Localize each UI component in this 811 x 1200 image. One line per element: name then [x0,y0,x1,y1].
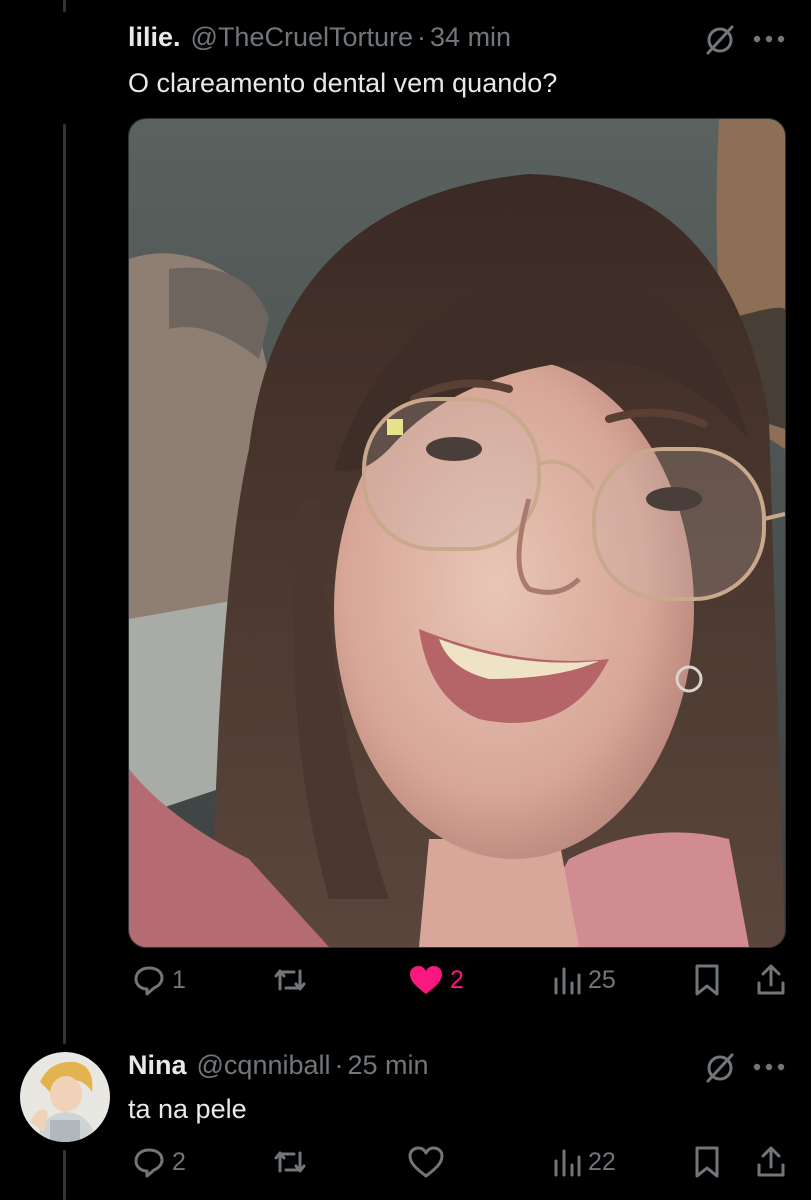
more-options-icon[interactable] [752,34,786,44]
tweet-photo[interactable] [128,118,786,948]
share-icon [757,964,785,995]
display-name[interactable]: Nina [128,1050,187,1081]
tweet-lilie[interactable]: lilie. @TheCruelTorture · 34 min O clare… [0,0,811,1010]
share-icon [757,1146,785,1177]
like-button[interactable]: 2 [408,960,464,1000]
display-name[interactable]: lilie. [128,22,181,53]
reply-icon [134,1148,164,1178]
timestamp[interactable]: 25 min [348,1050,429,1081]
reply-icon [134,966,164,996]
heart-filled-icon [410,966,442,994]
tweet-text: O clareamento dental vem quando? [128,68,558,98]
views-button[interactable]: 22 [552,1142,616,1182]
share-button[interactable] [754,1142,788,1182]
timestamp[interactable]: 34 min [430,22,511,53]
user-handle[interactable]: @TheCruelTorture [191,22,414,53]
reply-button[interactable]: 2 [132,1142,186,1182]
retweet-button[interactable] [272,960,314,1000]
bookmark-button[interactable] [692,960,722,1000]
reply-button[interactable]: 1 [132,960,186,1000]
separator-dot: · [417,22,427,52]
user-handle[interactable]: @cqnniball [197,1050,331,1081]
tweet-actions: 1 2 25 [128,960,788,1000]
tweet-header: lilie. @TheCruelTorture · 34 min [128,22,511,53]
bookmark-icon [695,1146,719,1178]
views-count: 25 [588,965,616,994]
bookmark-button[interactable] [692,1142,722,1182]
reply-count: 1 [172,965,186,994]
selfie-photo [129,119,785,947]
grok-icon[interactable] [704,24,736,56]
views-button[interactable]: 25 [552,960,616,1000]
retweet-icon [274,1151,306,1173]
separator-dot: · [334,1050,344,1080]
avatar-photo [20,1052,110,1142]
tweet-text: ta na pele [128,1094,247,1124]
views-chart-icon [554,1149,581,1177]
reply-count: 2 [172,1147,186,1176]
bookmark-icon [695,964,719,996]
retweet-button[interactable] [272,1142,314,1182]
tweet-header-nina: Nina @cqnniball · 25 min [128,1050,429,1081]
like-button[interactable] [408,1142,450,1182]
share-button[interactable] [754,960,788,1000]
retweet-icon [274,969,306,991]
heart-outline-icon [408,1146,444,1178]
like-count: 2 [450,965,464,994]
avatar[interactable] [20,1052,110,1142]
grok-icon[interactable] [704,1052,736,1084]
more-options-icon[interactable] [752,1062,786,1072]
tweet-actions: 2 22 [128,1142,788,1182]
views-chart-icon [554,967,581,995]
views-count: 22 [588,1147,616,1176]
